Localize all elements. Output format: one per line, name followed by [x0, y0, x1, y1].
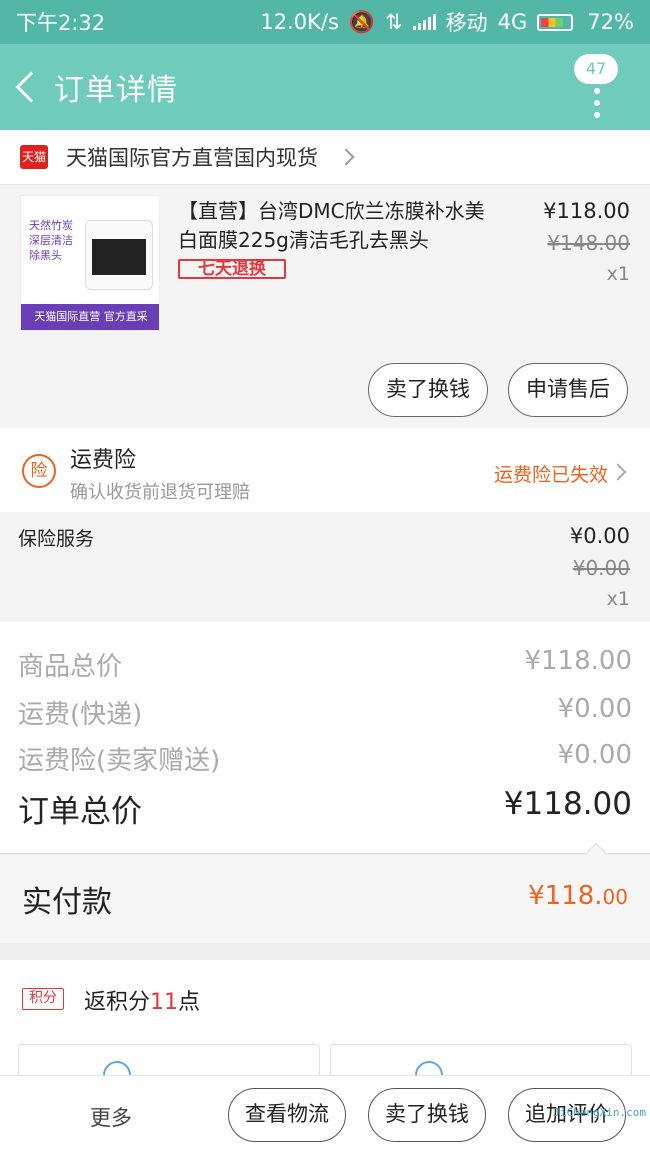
summary-value: ¥118.00: [524, 646, 632, 676]
service-quantity: x1: [606, 588, 630, 610]
apply-after-sales-button[interactable]: 申请售后: [508, 363, 628, 417]
points-text: 返积分11点: [84, 984, 200, 1016]
status-bar: 下午2:32 12.0K/s 🔕 ⇅ 移动 4G 72%: [0, 0, 650, 44]
bottom-action-bar: 更多 查看物流 卖了换钱 追加评价 JiChengXin.com: [0, 1075, 650, 1155]
service-label: 保险服务: [18, 528, 95, 550]
signal-icon: [412, 14, 436, 30]
insurance-status: 运费险已失效: [493, 464, 608, 486]
summary-label: 商品总价: [18, 652, 123, 682]
more-menu-button[interactable]: 47: [574, 54, 624, 120]
insurance-subtitle: 确认收货前退货可理赔: [70, 482, 250, 503]
product-image[interactable]: 天然竹炭 深层清洁 除黑头 天猫国际直营 官方直采: [20, 195, 160, 331]
product-title[interactable]: 【直营】台湾DMC欣兰冻膜补水美白面膜225g清洁毛孔去黑头: [178, 197, 496, 255]
carrier-name: 移动: [445, 11, 488, 35]
price-summary: 商品总价 ¥118.00 运费(快递) ¥0.00 运费险(卖家赠送) ¥0.0…: [0, 622, 650, 854]
chevron-right-icon: [337, 148, 355, 166]
points-prefix: 返积分: [84, 990, 151, 1015]
product-quantity: x1: [606, 263, 630, 285]
points-count: 11: [150, 990, 179, 1015]
insurance-title: 运费险: [70, 448, 137, 473]
data-transfer-icon: ⇅: [385, 10, 403, 34]
product-image-text: 天然竹炭 深层清洁 除黑头: [29, 219, 73, 262]
order-total-value: ¥118.00: [503, 786, 632, 822]
shipping-insurance-row[interactable]: 险 运费险 确认收货前退货可理赔 运费险已失效: [0, 428, 650, 512]
page-title: 订单详情: [54, 73, 178, 108]
summary-label: 运费(快递): [18, 700, 143, 730]
tmall-logo-icon: 天猫: [20, 145, 48, 169]
app-header: 订单详情 47: [0, 44, 650, 130]
network-type: 4G: [497, 10, 528, 34]
status-time: 下午2:32: [16, 11, 106, 35]
order-total-line: 订单总价 ¥118.00: [18, 786, 632, 831]
summary-value: ¥0.00: [557, 694, 632, 724]
paid-amount-cents: 00: [602, 885, 628, 909]
sell-for-cash-button[interactable]: 卖了换钱: [368, 1088, 486, 1142]
paid-label: 实付款: [22, 885, 112, 920]
chevron-right-icon: [609, 463, 627, 481]
product-price: ¥118.00: [543, 199, 630, 223]
network-speed: 12.0K/s: [260, 10, 339, 34]
message-count-badge: 47: [574, 54, 618, 84]
mute-icon: 🔕: [348, 9, 376, 34]
summary-value: ¥0.00: [557, 740, 632, 770]
summary-line-goods: 商品总价 ¥118.00: [18, 646, 632, 683]
product-jar-graphic: [85, 220, 153, 290]
summary-line-shipping: 运费(快递) ¥0.00: [18, 694, 632, 731]
product-image-banner: 天猫国际直营 官方直采: [21, 304, 159, 330]
paid-amount: ¥118.00: [528, 881, 628, 911]
seven-day-return-tag: 七天退换: [178, 259, 286, 279]
product-original-price: ¥148.00: [547, 231, 630, 255]
service-price: ¥0.00: [569, 524, 630, 548]
service-original-price: ¥0.00: [572, 556, 630, 580]
more-link[interactable]: 更多: [90, 1102, 132, 1132]
shop-name: 天猫国际官方直营国内现货: [66, 146, 318, 170]
view-logistics-button[interactable]: 查看物流: [228, 1088, 346, 1142]
back-arrow-icon[interactable]: [15, 71, 47, 103]
summary-label: 运费险(卖家赠送): [18, 746, 221, 776]
paid-amount-row: 实付款 ¥118.00: [0, 842, 650, 943]
insurance-service-item: 保险服务 ¥0.00 ¥0.00 x1: [0, 512, 650, 622]
shop-row[interactable]: 天猫 天猫国际官方直营国内现货: [0, 130, 650, 184]
insurance-icon: 险: [22, 454, 56, 488]
summary-line-insurance: 运费险(卖家赠送) ¥0.00: [18, 740, 632, 777]
battery-level: 72%: [587, 10, 634, 34]
points-block: 积分 返积分11点: [0, 960, 650, 1085]
order-total-label: 订单总价: [18, 794, 142, 830]
more-dots-icon: [594, 88, 600, 124]
points-suffix: 点: [178, 990, 201, 1015]
watermark: JiChengXin.com: [553, 1106, 646, 1119]
sell-for-cash-button[interactable]: 卖了换钱: [368, 363, 488, 417]
battery-icon: [537, 13, 574, 31]
paid-amount-main: ¥118.: [528, 881, 603, 911]
points-tag: 积分: [22, 988, 64, 1010]
status-right: 12.0K/s 🔕 ⇅ 移动 4G 72%: [260, 7, 634, 37]
product-card[interactable]: 天然竹炭 深层清洁 除黑头 天猫国际直营 官方直采 【直营】台湾DMC欣兰冻膜补…: [0, 184, 650, 428]
